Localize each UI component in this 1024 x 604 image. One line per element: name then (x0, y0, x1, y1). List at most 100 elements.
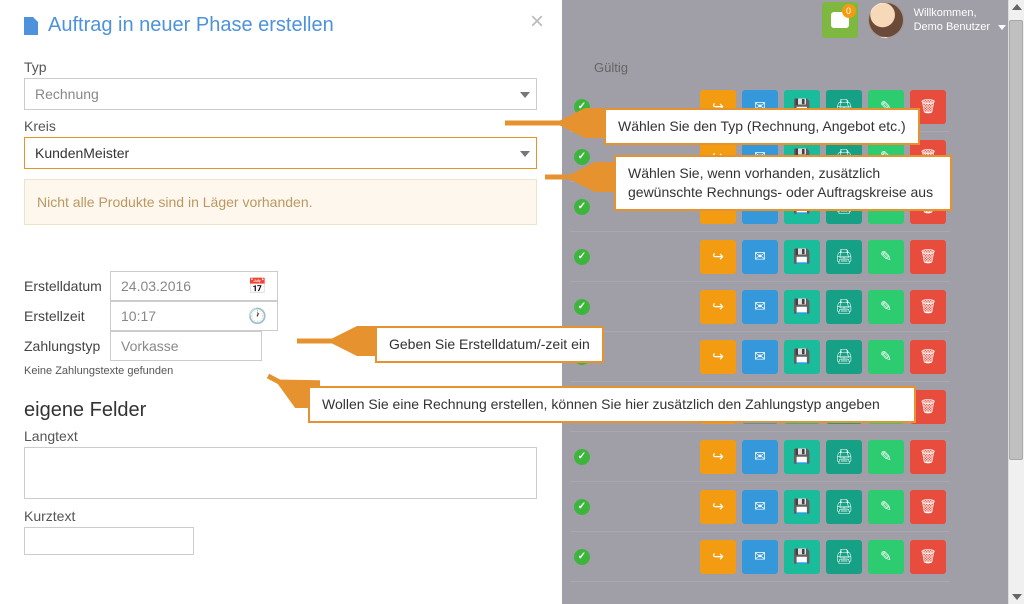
edit-button[interactable]: ✎ (868, 490, 904, 524)
edit-icon: ✎ (880, 548, 892, 565)
save-button[interactable]: 💾 (784, 240, 820, 274)
delete-button[interactable]: 🗑 (910, 440, 946, 474)
chevron-down-icon (998, 25, 1006, 30)
delete-button[interactable]: 🗑 (910, 540, 946, 574)
check-icon (574, 449, 590, 465)
mail-button[interactable]: ✉ (742, 290, 778, 324)
check-icon (574, 299, 590, 315)
mail-button[interactable]: ✉ (742, 440, 778, 474)
warning-banner: Nicht alle Produkte sind in Läger vorhan… (24, 179, 537, 225)
mail-button[interactable]: ✉ (742, 490, 778, 524)
share-button[interactable]: ↪ (700, 340, 736, 374)
warning-text: Nicht alle Produkte sind in Läger vorhan… (37, 194, 313, 210)
table-row: ↪ ✉ 💾 🖨 ✎ 🗑 (570, 232, 950, 282)
save-icon: 💾 (793, 548, 810, 565)
envelope-icon: ✉ (754, 448, 766, 465)
notifications-button[interactable]: 0 (822, 2, 858, 38)
save-button[interactable]: 💾 (784, 340, 820, 374)
edit-icon: ✎ (880, 348, 892, 365)
typ-label: Typ (24, 59, 542, 75)
print-button[interactable]: 🖨 (826, 440, 862, 474)
print-icon: 🖨 (835, 548, 853, 565)
document-icon (24, 17, 38, 35)
edit-icon: ✎ (880, 298, 892, 315)
delete-button[interactable]: 🗑 (910, 340, 946, 374)
check-icon (574, 499, 590, 515)
erstelldatum-value: 24.03.2016 (121, 278, 191, 294)
print-button[interactable]: 🖨 (826, 490, 862, 524)
print-button[interactable]: 🖨 (826, 290, 862, 324)
delete-button[interactable]: 🗑 (910, 240, 946, 274)
save-icon: 💾 (793, 498, 810, 515)
edit-button[interactable]: ✎ (868, 240, 904, 274)
edit-button[interactable]: ✎ (868, 290, 904, 324)
langtext-label: Langtext (24, 428, 542, 444)
username-text: Demo Benutzer (914, 21, 990, 33)
scroll-down-icon (1012, 594, 1022, 600)
save-icon: 💾 (793, 348, 810, 365)
langtext-textarea[interactable] (24, 447, 537, 499)
scroll-thumb[interactable] (1009, 20, 1023, 460)
erstellzeit-label: Erstellzeit (24, 308, 110, 324)
save-icon: 💾 (793, 298, 810, 315)
print-button[interactable]: 🖨 (826, 540, 862, 574)
kreis-value: KundenMeister (35, 145, 129, 161)
print-icon: 🖨 (835, 298, 853, 315)
table-row: ↪ ✉ 💾 🖨 ✎ 🗑 (570, 482, 950, 532)
save-button[interactable]: 💾 (784, 490, 820, 524)
check-icon (574, 199, 590, 215)
save-button[interactable]: 💾 (784, 290, 820, 324)
typ-select[interactable]: Rechnung (24, 78, 537, 110)
save-button[interactable]: 💾 (784, 440, 820, 474)
callout-text: Wählen Sie den Typ (Rechnung, Angebot et… (618, 118, 906, 134)
close-button[interactable]: × (530, 8, 544, 36)
clock-icon: 🕐 (248, 307, 267, 325)
zahlungstyp-select[interactable]: Vorkasse (110, 331, 262, 361)
save-icon: 💾 (793, 248, 810, 265)
trash-icon: 🗑 (919, 448, 937, 465)
erstellzeit-input[interactable]: 10:17 🕐 (110, 301, 278, 331)
mail-button[interactable]: ✉ (742, 240, 778, 274)
print-icon: 🖨 (835, 248, 853, 265)
save-button[interactable]: 💾 (784, 540, 820, 574)
callout-zahlung: Wollen Sie eine Rechnung erstellen, könn… (308, 386, 916, 423)
envelope-icon: ✉ (754, 548, 766, 565)
erstelldatum-input[interactable]: 24.03.2016 📅 (110, 271, 278, 301)
edit-button[interactable]: ✎ (868, 340, 904, 374)
share-button[interactable]: ↪ (700, 540, 736, 574)
chevron-down-icon (520, 92, 530, 98)
share-icon: ↪ (712, 498, 724, 515)
table-row: ↪ ✉ 💾 🖨 ✎ 🗑 (570, 282, 950, 332)
kreis-label: Kreis (24, 118, 542, 134)
share-button[interactable]: ↪ (700, 440, 736, 474)
table-row: ↪ ✉ 💾 🖨 ✎ 🗑 (570, 432, 950, 482)
check-icon (574, 249, 590, 265)
scroll-track[interactable] (1008, 0, 1024, 604)
trash-icon: 🗑 (919, 398, 937, 415)
trash-icon: 🗑 (919, 98, 937, 115)
kurztext-input[interactable] (24, 527, 194, 555)
user-menu[interactable]: Willkommen, Demo Benutzer (914, 6, 1006, 35)
print-button[interactable]: 🖨 (826, 240, 862, 274)
print-button[interactable]: 🖨 (826, 340, 862, 374)
column-header-valid: Gültig (594, 60, 628, 75)
share-button[interactable]: ↪ (700, 290, 736, 324)
share-button[interactable]: ↪ (700, 490, 736, 524)
welcome-text: Willkommen, (914, 6, 1006, 20)
mail-button[interactable]: ✉ (742, 540, 778, 574)
avatar[interactable] (868, 2, 904, 38)
delete-button[interactable]: 🗑 (910, 290, 946, 324)
vertical-scrollbar[interactable] (1008, 0, 1024, 604)
trash-icon: 🗑 (919, 248, 937, 265)
callout-text: Geben Sie Erstelldatum/-zeit ein (389, 336, 590, 352)
share-button[interactable]: ↪ (700, 240, 736, 274)
edit-button[interactable]: ✎ (868, 440, 904, 474)
trash-icon: 🗑 (919, 498, 937, 515)
delete-button[interactable]: 🗑 (910, 490, 946, 524)
edit-button[interactable]: ✎ (868, 540, 904, 574)
callout-typ: Wählen Sie den Typ (Rechnung, Angebot et… (604, 108, 920, 145)
table-row: ↪ ✉ 💾 🖨 ✎ 🗑 (570, 332, 950, 382)
mail-button[interactable]: ✉ (742, 340, 778, 374)
notification-badge: 0 (842, 4, 856, 18)
kreis-select[interactable]: KundenMeister (24, 137, 537, 169)
